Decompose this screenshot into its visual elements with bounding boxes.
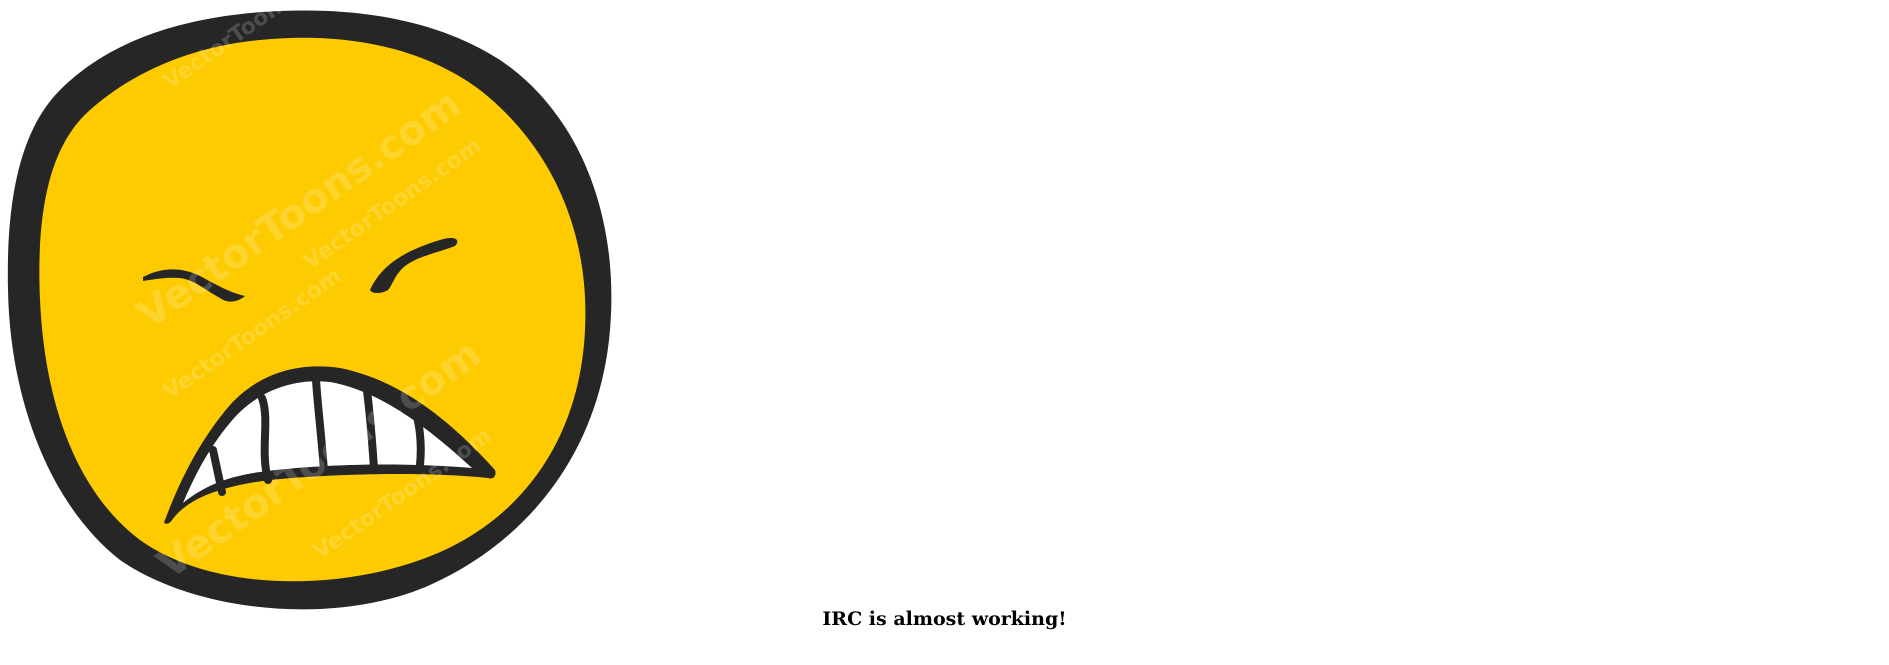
face-fill bbox=[39, 37, 586, 582]
grimacing-face-image: VectorToons.com VectorToons.com VectorTo… bbox=[0, 0, 620, 620]
grimacing-face-icon: VectorToons.com VectorToons.com VectorTo… bbox=[7, 0, 612, 610]
caption-text: IRC is almost working! bbox=[822, 608, 1067, 630]
